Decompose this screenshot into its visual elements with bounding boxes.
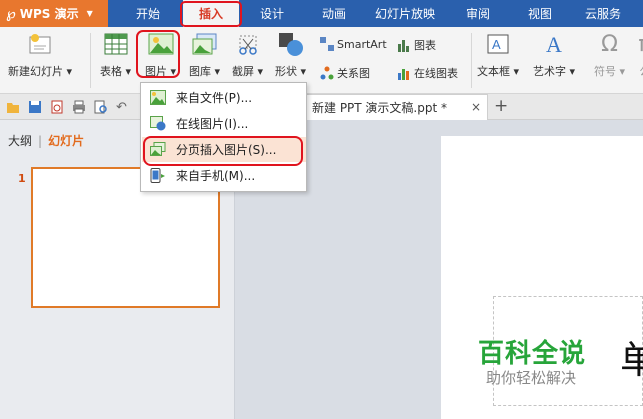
shapes-label: 形状 [275, 65, 297, 78]
tab-animation[interactable]: 动画 [310, 0, 358, 27]
paged-insert-highlight [143, 136, 303, 166]
new-slide-label: 新建幻灯片 [8, 65, 63, 78]
gallery-icon [192, 31, 218, 57]
smartart-icon [320, 37, 334, 51]
textbox-button[interactable]: A 文本框 ▾ [477, 31, 519, 79]
wordart-icon: A [541, 31, 567, 57]
document-tab-title: 新建 PPT 演示文稿.ppt * [312, 101, 448, 115]
relation-icon [320, 66, 334, 80]
gallery-button[interactable]: 图库 ▾ [189, 31, 220, 79]
relation-label: 关系图 [337, 67, 370, 80]
formula-label: 公 [640, 63, 643, 79]
menu-item-label: 在线图片(I)... [176, 117, 249, 131]
textbox-label: 文本框 [477, 65, 510, 78]
ribbon: 新建幻灯片 ▾ 表格 ▾ 图片 ▾ 图库 ▾ 截屏 ▾ 形状 ▾ SmartAr… [0, 27, 643, 94]
table-label: 表格 [100, 65, 122, 78]
online-chart-button[interactable]: 在线图表 [397, 65, 458, 81]
document-tab[interactable]: 新建 PPT 演示文稿.ppt * × [305, 94, 488, 120]
scissors-icon [235, 31, 261, 57]
slide-title-text: 单 [620, 338, 643, 382]
svg-text:A: A [546, 32, 562, 56]
undo-icon[interactable]: ↶ [116, 100, 130, 115]
smartart-button[interactable]: SmartArt [320, 37, 387, 51]
print-icon[interactable] [72, 100, 86, 114]
menu-item-label: 来自手机(M)... [176, 169, 256, 183]
watermark-title: 百科全说 [478, 339, 587, 369]
app-name: WPS 演示 [19, 7, 79, 21]
phone-icon [150, 168, 166, 183]
close-tab-icon[interactable]: × [471, 100, 481, 114]
slide-number: 1 [18, 172, 26, 185]
shapes-button[interactable]: 形状 ▾ [275, 31, 306, 79]
wordart-label: 艺术字 [533, 65, 566, 78]
formula-button[interactable]: π 公 [632, 31, 643, 79]
tab-design[interactable]: 设计 [248, 0, 296, 27]
ribbon-separator [90, 33, 91, 88]
table-button[interactable]: 表格 ▾ [100, 31, 131, 79]
smartart-label: SmartArt [337, 37, 387, 51]
menu-bar: ℘ WPS 演示 ▼ 开始 插入 设计 动画 幻灯片放映 审阅 视图 云服务 [0, 0, 643, 27]
insert-tab-highlight [180, 1, 242, 27]
screenshot-label: 截屏 [232, 65, 254, 78]
app-menu-button[interactable]: ℘ WPS 演示 ▼ [0, 0, 108, 27]
tab-slideshow[interactable]: 幻灯片放映 [370, 0, 440, 27]
online-picture-icon [150, 116, 166, 131]
tab-outline[interactable]: 大纲 [8, 134, 32, 148]
relation-chart-button[interactable]: 关系图 [320, 65, 370, 81]
pi-icon: π [632, 31, 643, 57]
image-file-icon [150, 90, 166, 105]
wps-logo-icon: ℘ [6, 5, 16, 22]
open-folder-icon[interactable] [6, 100, 20, 114]
menu-item-from-file[interactable]: 来自文件(P)... [142, 85, 306, 110]
table-icon [103, 31, 129, 57]
tab-view[interactable]: 视图 [517, 0, 563, 27]
menu-item-label: 来自文件(P)... [176, 91, 253, 105]
print-preview-icon[interactable] [94, 100, 108, 114]
export-pdf-icon[interactable] [50, 100, 64, 114]
picture-button-highlight [136, 30, 180, 78]
watermark-subtitle: 助你轻松解决 [486, 369, 577, 387]
chart-button[interactable]: 图表 [397, 37, 436, 53]
tab-slides[interactable]: 幻灯片 [48, 134, 84, 148]
textbox-icon: A [485, 31, 511, 57]
svg-text:A: A [492, 37, 501, 52]
save-icon[interactable] [28, 100, 42, 114]
symbol-label: 符号 [594, 65, 616, 78]
wordart-button[interactable]: A 艺术字 ▾ [533, 31, 575, 79]
screenshot-button[interactable]: 截屏 ▾ [232, 31, 263, 79]
menu-item-from-phone[interactable]: 来自手机(M)... [142, 163, 306, 188]
gallery-label: 图库 [189, 65, 211, 78]
online-chart-label: 在线图表 [414, 67, 458, 80]
chart-icon [397, 38, 411, 52]
chevron-down-icon: ▼ [86, 9, 93, 18]
shapes-icon [278, 31, 304, 57]
symbol-button[interactable]: Ω 符号 ▾ [594, 31, 625, 79]
ribbon-separator [471, 33, 472, 88]
new-slide-icon [27, 31, 53, 57]
online-chart-icon [397, 66, 411, 80]
omega-icon: Ω [601, 31, 618, 57]
new-slide-button[interactable]: 新建幻灯片 ▾ [8, 31, 72, 79]
menu-item-online-picture[interactable]: 在线图片(I)... [142, 111, 306, 136]
tab-review[interactable]: 审阅 [455, 0, 501, 27]
tab-cloud[interactable]: 云服务 [578, 0, 628, 27]
chart-label: 图表 [414, 39, 436, 52]
new-tab-button[interactable]: + [494, 96, 508, 116]
tab-home[interactable]: 开始 [124, 0, 172, 27]
